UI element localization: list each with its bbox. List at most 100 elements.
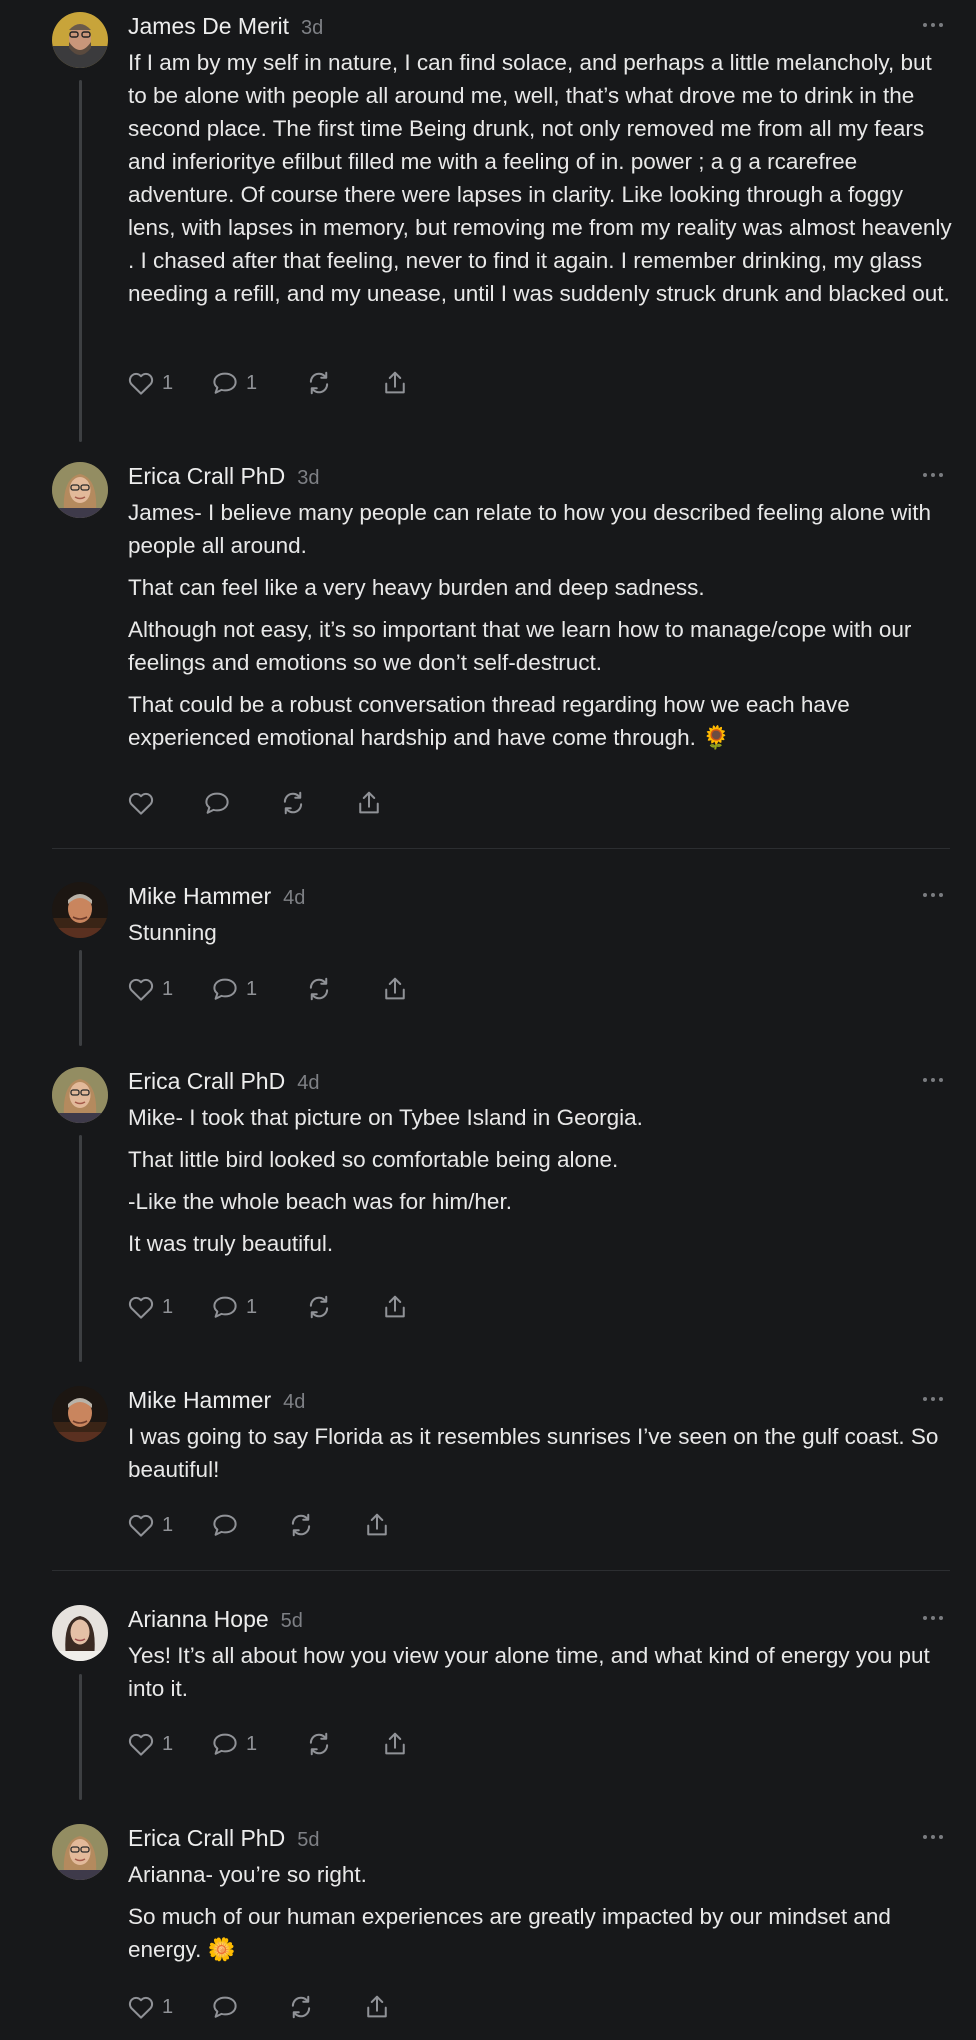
thread-divider <box>52 848 950 849</box>
like-button[interactable]: 1 <box>126 972 173 1006</box>
comment-icon <box>210 1729 240 1759</box>
share-button[interactable] <box>380 366 410 400</box>
avatar[interactable] <box>52 12 108 68</box>
more-options-icon[interactable] <box>918 462 948 488</box>
avatar[interactable] <box>52 1605 108 1661</box>
timestamp: 3d <box>297 467 320 489</box>
thread-line <box>79 1135 82 1362</box>
author-name[interactable]: Erica Crall PhD <box>128 1825 285 1851</box>
heart-icon <box>126 1729 156 1759</box>
more-options-icon[interactable] <box>918 882 948 908</box>
more-options-icon[interactable] <box>918 12 948 38</box>
like-count: 1 <box>162 977 174 1000</box>
repost-icon <box>304 1292 334 1322</box>
avatar[interactable] <box>52 1386 108 1442</box>
repost-button[interactable] <box>304 972 334 1006</box>
avatar[interactable] <box>52 1067 108 1123</box>
more-options-icon[interactable] <box>918 1067 948 1093</box>
timestamp: 5d <box>280 1610 303 1632</box>
reply-count: 1 <box>246 977 258 1000</box>
like-count: 1 <box>162 371 174 394</box>
share-icon <box>362 1510 392 1540</box>
repost-button[interactable] <box>304 366 334 400</box>
share-icon <box>380 1292 410 1322</box>
avatar[interactable] <box>52 1824 108 1880</box>
share-button[interactable] <box>362 1508 392 1542</box>
comment-text: James- I believe many people can relate … <box>128 500 931 558</box>
reply-button[interactable]: 1 <box>210 1290 257 1324</box>
author-name[interactable]: Erica Crall PhD <box>128 1068 285 1094</box>
comment-text: Mike- I took that picture on Tybee Islan… <box>128 1105 643 1130</box>
repost-button[interactable] <box>286 1508 316 1542</box>
author-name[interactable]: Erica Crall PhD <box>128 463 285 489</box>
reply-button[interactable]: 1 <box>210 1727 257 1761</box>
reply-button[interactable]: 1 <box>210 366 257 400</box>
share-icon <box>380 1729 410 1759</box>
comment-header: Arianna Hope 5d <box>128 1603 303 1635</box>
share-button[interactable] <box>354 786 384 820</box>
heart-icon <box>126 1292 156 1322</box>
timestamp: 3d <box>301 17 324 39</box>
comment-icon <box>210 1992 240 2022</box>
comment-header: Erica Crall PhD 5d <box>128 1822 319 1854</box>
heart-icon <box>126 974 156 1004</box>
comment-text: So much of our human experiences are gre… <box>128 1904 891 1962</box>
like-button[interactable]: 1 <box>126 366 173 400</box>
like-button[interactable]: 1 <box>126 1508 173 1542</box>
comment-text: -Like the whole beach was for him/her. <box>128 1189 512 1214</box>
reply-button[interactable] <box>202 786 232 820</box>
comment-header: Erica Crall PhD 4d <box>128 1065 319 1097</box>
like-button[interactable]: 1 <box>126 1727 173 1761</box>
timestamp: 4d <box>283 887 306 909</box>
share-button[interactable] <box>380 972 410 1006</box>
author-name[interactable]: Mike Hammer <box>128 883 271 909</box>
thread-divider <box>52 1570 950 1571</box>
repost-icon <box>286 1992 316 2022</box>
heart-icon <box>126 788 156 818</box>
like-button[interactable] <box>126 786 156 820</box>
reply-button[interactable]: 1 <box>210 972 257 1006</box>
timestamp: 4d <box>297 1072 320 1094</box>
share-icon <box>380 974 410 1004</box>
timestamp: 5d <box>297 1829 320 1851</box>
author-name[interactable]: Arianna Hope <box>128 1606 269 1632</box>
avatar[interactable] <box>52 462 108 518</box>
avatar[interactable] <box>52 882 108 938</box>
share-button[interactable] <box>362 1990 392 2024</box>
more-options-icon[interactable] <box>918 1386 948 1412</box>
comment-body: Yes! It’s all about how you view your al… <box>128 1639 954 1714</box>
share-button[interactable] <box>380 1290 410 1324</box>
comment-text: That could be a robust conversation thre… <box>128 692 850 750</box>
reply-button[interactable] <box>210 1990 240 2024</box>
comment-header: James De Merit 3d <box>128 10 323 42</box>
repost-button[interactable] <box>278 786 308 820</box>
like-count: 1 <box>162 1732 174 1755</box>
comment-body: James- I believe many people can relate … <box>128 496 954 763</box>
thread-line <box>79 950 82 1046</box>
like-button[interactable]: 1 <box>126 1990 173 2024</box>
comment-body: If I am by my self in nature, I can find… <box>128 46 954 319</box>
comment-body: Arianna- you’re so right. So much of our … <box>128 1858 954 1975</box>
comment-icon <box>210 1510 240 1540</box>
repost-button[interactable] <box>304 1727 334 1761</box>
share-button[interactable] <box>380 1727 410 1761</box>
comment-header: Erica Crall PhD 3d <box>128 460 319 492</box>
comment-header: Mike Hammer 4d <box>128 880 305 912</box>
more-options-icon[interactable] <box>918 1824 948 1850</box>
reply-button[interactable] <box>210 1508 240 1542</box>
comment-body: Mike- I took that picture on Tybee Islan… <box>128 1101 954 1269</box>
timestamp: 4d <box>283 1391 306 1413</box>
comment-icon <box>210 368 240 398</box>
like-button[interactable]: 1 <box>126 1290 173 1324</box>
like-count: 1 <box>162 1295 174 1318</box>
share-icon <box>354 788 384 818</box>
comment-icon <box>202 788 232 818</box>
repost-button[interactable] <box>286 1990 316 2024</box>
share-icon <box>380 368 410 398</box>
repost-button[interactable] <box>304 1290 334 1324</box>
more-options-icon[interactable] <box>918 1605 948 1631</box>
comment-text: Arianna- you’re so right. <box>128 1862 367 1887</box>
author-name[interactable]: James De Merit <box>128 13 289 39</box>
author-name[interactable]: Mike Hammer <box>128 1387 271 1413</box>
comment-text: That little bird looked so comfortable b… <box>128 1147 619 1172</box>
